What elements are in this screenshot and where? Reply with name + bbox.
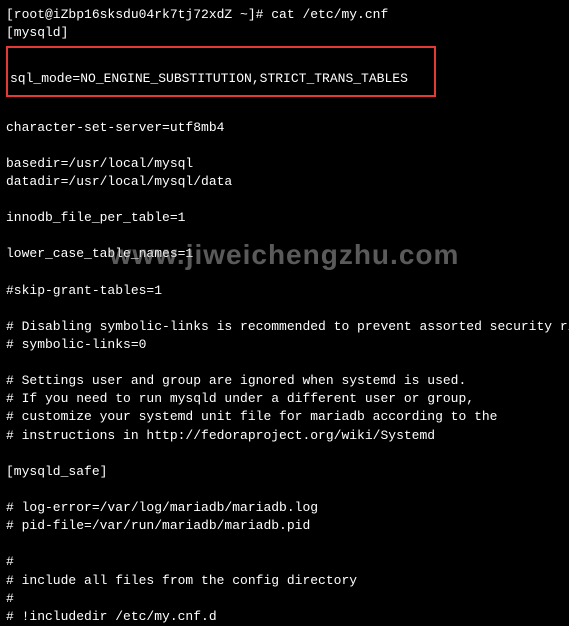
basedir-line: basedir=/usr/local/mysql: [6, 155, 563, 173]
blank: [6, 300, 563, 318]
blank: [10, 52, 432, 70]
includedir-line: # !includedir /etc/my.cnf.d: [6, 608, 563, 626]
blank: [6, 354, 563, 372]
blank: [6, 481, 563, 499]
blank: [6, 227, 563, 245]
config-section-mysqld-safe: [mysqld_safe]: [6, 463, 563, 481]
highlighted-setting: sql_mode=NO_ENGINE_SUBSTITUTION,STRICT_T…: [6, 46, 436, 96]
blank: [6, 191, 563, 209]
datadir-line: datadir=/usr/local/mysql/data: [6, 173, 563, 191]
comment-hash-2: #: [6, 590, 563, 608]
sql-mode-line: sql_mode=NO_ENGINE_SUBSTITUTION,STRICT_T…: [10, 70, 432, 88]
systemd-comment-2: # If you need to run mysqld under a diff…: [6, 390, 563, 408]
systemd-comment-1: # Settings user and group are ignored wh…: [6, 372, 563, 390]
comment-hash-1: #: [6, 553, 563, 571]
lowercase-line: lower_case_table_names=1: [6, 245, 563, 263]
systemd-comment-4: # instructions in http://fedoraproject.o…: [6, 427, 563, 445]
symlinks-comment-1: # Disabling symbolic-links is recommende…: [6, 318, 563, 336]
skip-grant-line: #skip-grant-tables=1: [6, 282, 563, 300]
include-comment: # include all files from the config dire…: [6, 572, 563, 590]
log-error-line: # log-error=/var/log/mariadb/mariadb.log: [6, 499, 563, 517]
blank: [6, 101, 563, 119]
systemd-comment-3: # customize your systemd unit file for m…: [6, 408, 563, 426]
blank: [6, 535, 563, 553]
blank: [6, 137, 563, 155]
shell-prompt: [root@iZbp16sksdu04rk7tj72xdZ ~]# cat /e…: [6, 6, 563, 24]
blank: [6, 445, 563, 463]
charset-line: character-set-server=utf8mb4: [6, 119, 563, 137]
config-section-mysqld: [mysqld]: [6, 24, 563, 42]
symlinks-comment-2: # symbolic-links=0: [6, 336, 563, 354]
innodb-line: innodb_file_per_table=1: [6, 209, 563, 227]
blank: [6, 264, 563, 282]
pid-file-line: # pid-file=/var/run/mariadb/mariadb.pid: [6, 517, 563, 535]
